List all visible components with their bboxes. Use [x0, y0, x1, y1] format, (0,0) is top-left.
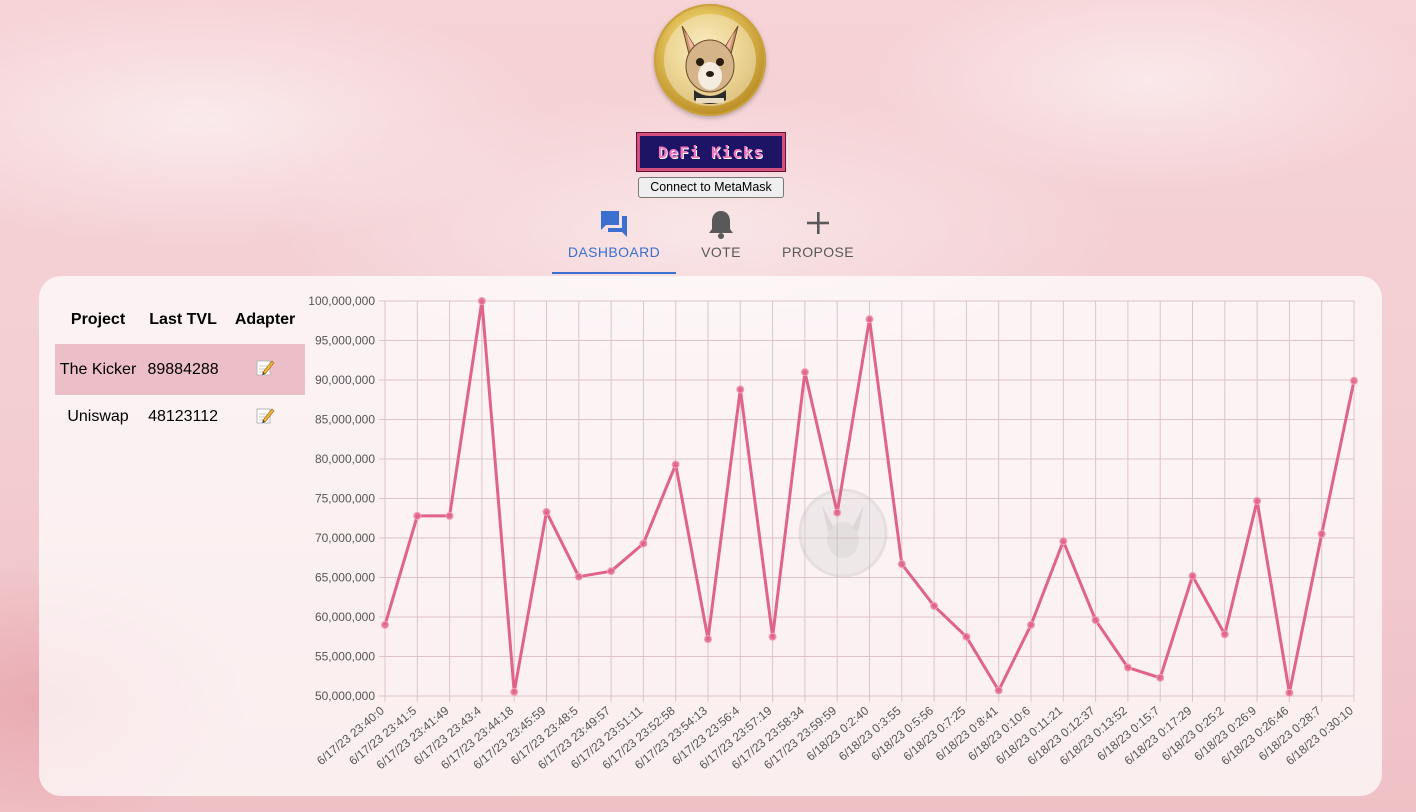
- tab-dashboard-label: DASHBOARD: [567, 244, 661, 260]
- column-header-adapter: Adapter: [234, 311, 296, 328]
- brand-banner: DeFi Kicks: [637, 133, 785, 171]
- tab-vote-label: VOTE: [701, 244, 741, 260]
- coin-logo: [654, 4, 766, 116]
- edit-icon[interactable]: [255, 357, 275, 382]
- project-name: The Kicker: [55, 344, 142, 395]
- table-row[interactable]: Uniswap 48123112: [55, 395, 305, 439]
- dashboard-card: Project Last TVL Adapter The Kicker 8988…: [39, 276, 1382, 796]
- forum-icon: [598, 208, 630, 243]
- last-tvl-value: 89884288: [141, 344, 226, 395]
- column-header-project: Project: [70, 311, 126, 328]
- plus-icon: [803, 208, 833, 241]
- bell-icon: [707, 208, 735, 243]
- project-name: Uniswap: [67, 408, 129, 425]
- last-tvl-value: 48123112: [148, 408, 219, 425]
- tab-propose-label: PROPOSE: [781, 244, 855, 260]
- column-header-last-tvl: Last TVL: [149, 311, 217, 328]
- tab-vote[interactable]: VOTE: [686, 204, 756, 272]
- table-row[interactable]: The Kicker 89884288: [55, 344, 305, 395]
- tab-dashboard[interactable]: DASHBOARD: [552, 204, 676, 274]
- edit-icon[interactable]: [255, 405, 275, 430]
- brand-title: DeFi Kicks: [657, 142, 765, 162]
- connect-metamask-button[interactable]: Connect to MetaMask: [638, 177, 784, 198]
- tab-propose[interactable]: PROPOSE: [776, 204, 860, 272]
- projects-table: Project Last TVL Adapter The Kicker 8988…: [55, 296, 305, 439]
- chihuahua-logo-icon: [664, 14, 756, 106]
